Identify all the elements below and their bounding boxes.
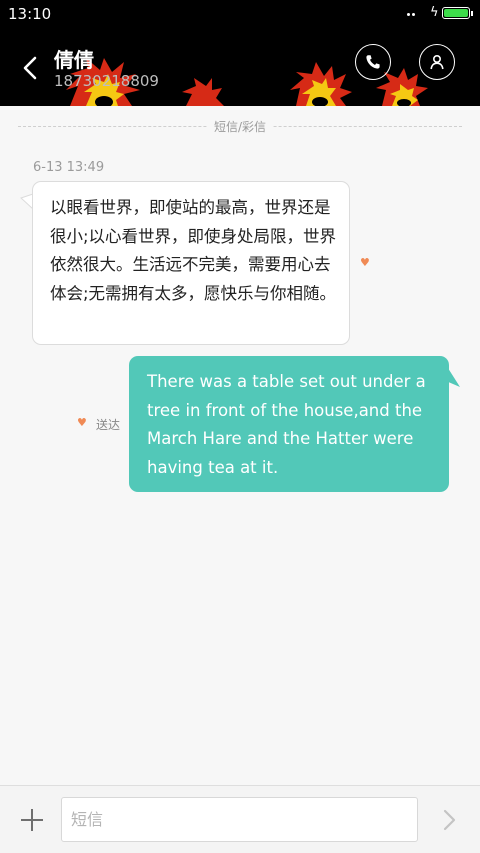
send-button[interactable] [441,809,457,835]
incoming-message-bubble[interactable]: 以眼看世界，即使站的最高，世界还是很小;以心看世界，即使身处局限，世界依然很大。… [32,181,350,345]
contact-info-button[interactable] [419,44,455,80]
person-icon [430,54,444,70]
call-button[interactable] [355,44,391,80]
heart-icon: ♥ [360,256,370,269]
outgoing-message-bubble[interactable]: There was a table set out under a tree i… [129,356,449,492]
separator-label: 短信/彩信 [207,120,273,134]
back-button[interactable] [18,54,42,82]
incoming-message-text: 以眼看世界，即使站的最高，世界还是很小;以心看世界，即使身处局限，世界依然很大。… [50,198,337,303]
outgoing-bubble-tail [446,365,460,387]
battery-icon [442,7,473,19]
chevron-right-icon [443,809,456,831]
plus-icon[interactable] [21,809,43,831]
delivery-status: 送达 [96,418,121,432]
status-bar: 13:10 ϟ [0,0,480,35]
status-time: 13:10 [8,5,52,23]
charging-icon: ϟ [430,5,439,20]
message-input[interactable] [61,797,418,842]
contact-number: 18730218809 [54,72,159,90]
outgoing-message-text: There was a table set out under a tree i… [147,372,426,477]
chevron-left-icon [23,56,37,80]
phone-icon [366,55,380,69]
heart-icon: ♥ [77,416,87,429]
compose-bar [0,785,480,853]
message-type-separator: 短信/彩信 [0,118,480,135]
conversation-header: 倩倩 18730218809 [0,28,480,106]
message-timestamp: 6-13 13:49 [33,160,105,175]
contact-name: 倩倩 [54,48,94,72]
signal-dots-icon [407,13,421,35]
